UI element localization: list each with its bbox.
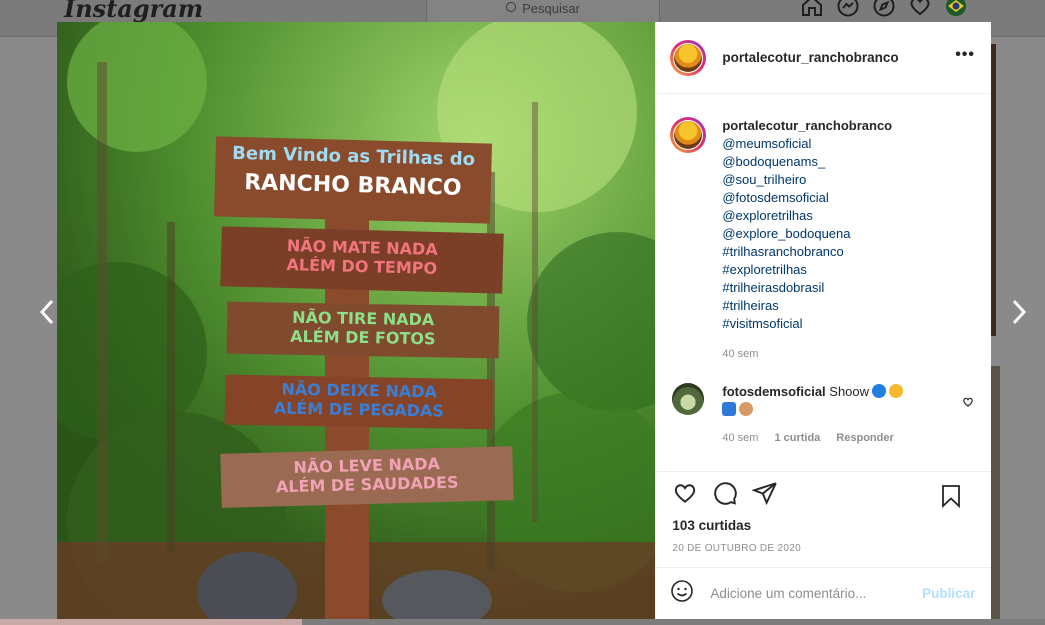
messenger-icon[interactable] — [836, 0, 860, 18]
bottom-area — [302, 619, 1045, 625]
background-tile — [990, 366, 1000, 619]
explore-icon[interactable] — [872, 0, 896, 18]
previous-post-arrow-icon[interactable] — [36, 298, 58, 326]
sign-4: NÃO LEVE NADA ALÉM DE SAUDADES — [220, 446, 514, 508]
nav-icons — [800, 0, 968, 18]
blue-heart-emoji-icon — [872, 384, 887, 398]
emoji-smiley-icon[interactable] — [670, 579, 694, 608]
sign-2: NÃO TIRE NADA ALÉM DE FOTOS — [226, 301, 500, 359]
caption-link[interactable]: @bodoquenams_ — [722, 153, 892, 171]
post-date: 20 DE OUTUBRO DE 2020 — [672, 543, 801, 554]
comment-time: 40 sem — [722, 432, 759, 444]
comment-text: Shoow — [829, 384, 870, 399]
caption-avatar[interactable] — [670, 117, 707, 153]
caption-hashtag[interactable]: #exploretrilhas — [722, 261, 892, 279]
caption-username[interactable]: portalecotur_ranchobranco — [722, 118, 892, 133]
comment-likes[interactable]: 1 curtida — [774, 429, 820, 447]
post-caption: portalecotur_ranchobranco @meumsoficial … — [670, 117, 892, 363]
add-comment-bar: Publicar — [656, 567, 992, 619]
share-paper-plane-icon[interactable] — [751, 480, 792, 511]
sign-line: ALÉM DE FOTOS — [290, 326, 436, 349]
heart-eyes-emoji-icon — [889, 384, 904, 398]
sign-line: Bem Vindo as Trilhas do — [231, 142, 476, 171]
post-header: portalecotur_ranchobranco ••• — [656, 22, 991, 94]
save-bookmark-icon[interactable] — [939, 483, 977, 514]
search-placeholder: Pesquisar — [522, 0, 580, 16]
like-heart-icon[interactable] — [672, 480, 712, 511]
caption-link[interactable]: @fotosdemsoficial — [722, 189, 892, 207]
search-input[interactable]: Pesquisar — [426, 0, 660, 24]
top-emoji-icon — [722, 402, 737, 416]
sign-welcome: Bem Vindo as Trilhas do RANCHO BRANCO — [214, 136, 492, 224]
more-options-icon[interactable]: ••• — [955, 46, 975, 64]
author-avatar[interactable] — [670, 39, 707, 76]
instagram-logo[interactable]: Instagram — [64, 0, 203, 23]
sign-1: NÃO MATE NADA ALÉM DO TEMPO — [220, 226, 504, 294]
search-icon — [506, 2, 517, 12]
sign-line: ALÉM DE PEGADAS — [273, 398, 445, 421]
comment-item: fotosdemsoficial Shoow 40 sem 1 curtida … — [672, 383, 974, 447]
comment-like-heart-icon[interactable] — [962, 395, 974, 407]
clapping-hands-emoji-icon — [739, 402, 754, 416]
caption-hashtag[interactable]: #trilheirasdobrasil — [722, 279, 892, 297]
post-modal: Bem Vindo as Trilhas do RANCHO BRANCO NÃ… — [57, 22, 992, 619]
sign-line: RANCHO BRANCO — [243, 170, 462, 201]
sign-3: NÃO DEIXE NADA ALÉM DE PEGADAS — [224, 374, 494, 430]
comment-bubble-icon[interactable] — [712, 480, 752, 511]
bottom-banner — [0, 619, 302, 625]
likes-count[interactable]: 103 curtidas — [656, 518, 991, 533]
caption-hashtag[interactable]: #trilheiras — [722, 297, 892, 315]
author-username[interactable]: portalecotur_ranchobranco — [722, 50, 898, 65]
next-post-arrow-icon[interactable] — [1008, 298, 1030, 326]
commenter-username[interactable]: fotosdemsoficial — [722, 384, 825, 399]
post-photo[interactable]: Bem Vindo as Trilhas do RANCHO BRANCO NÃ… — [57, 22, 656, 619]
home-icon[interactable] — [800, 0, 824, 18]
caption-link[interactable]: @explore_bodoquena — [722, 225, 892, 243]
caption-link[interactable]: @exploretrilhas — [722, 207, 892, 225]
activity-heart-icon[interactable] — [908, 0, 932, 18]
comment-input[interactable] — [708, 585, 913, 602]
caption-hashtag[interactable]: #trilhasranchobranco — [722, 243, 892, 261]
post-sidebar: portalecotur_ranchobranco ••• portalecot… — [655, 22, 992, 619]
comment-reply-button[interactable]: Responder — [836, 429, 893, 447]
caption-time[interactable]: 40 sem — [722, 345, 892, 363]
post-actions: 103 curtidas 20 DE OUTUBRO DE 2020 — [656, 471, 992, 554]
caption-link[interactable]: @meumsoficial — [722, 135, 892, 153]
profile-avatar-icon[interactable] — [944, 0, 968, 18]
caption-link[interactable]: @sou_trilheiro — [722, 171, 892, 189]
caption-hashtag[interactable]: #visitmsoficial — [722, 315, 892, 333]
commenter-avatar[interactable] — [672, 383, 705, 415]
publish-button[interactable]: Publicar — [922, 586, 975, 601]
